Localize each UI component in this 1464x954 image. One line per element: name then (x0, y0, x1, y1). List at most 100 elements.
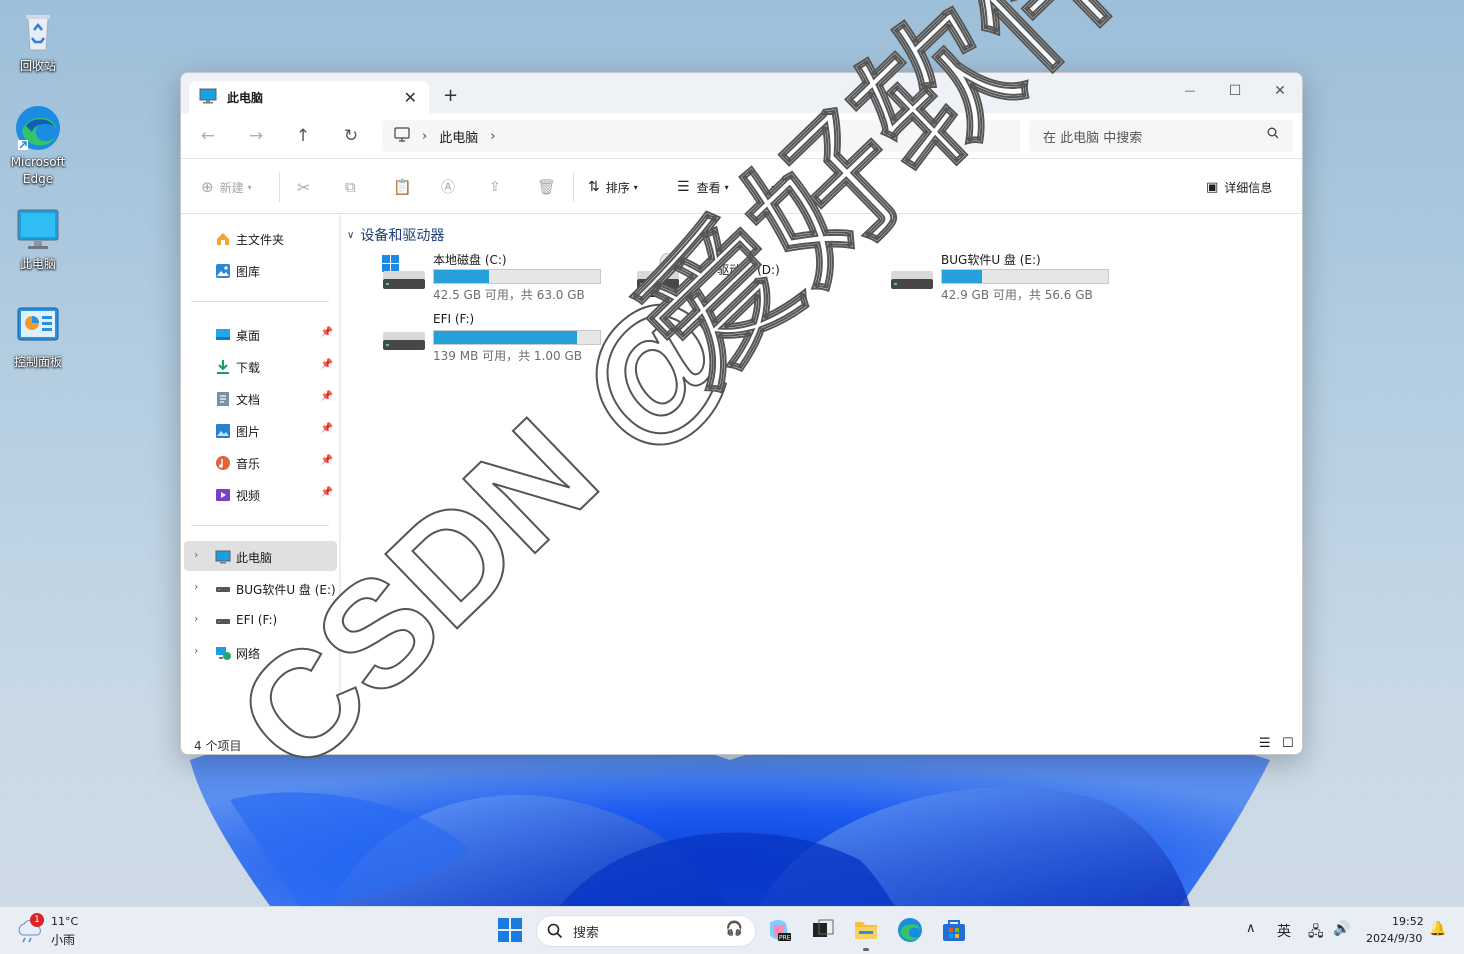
nav-item-pictures[interactable]: 图片 📌 (184, 415, 337, 445)
pin-icon[interactable]: 📌 (321, 391, 333, 402)
group-header-label: 设备和驱动器 (360, 228, 445, 244)
cut-button[interactable]: ✂ (297, 175, 310, 199)
new-button[interactable]: ⊕ 新建 ▾ (201, 175, 252, 199)
up-button[interactable]: ↑ (292, 125, 314, 147)
close-button[interactable]: ✕ (1268, 79, 1292, 103)
weather-widget[interactable]: 1 11°C 小雨 (16, 913, 86, 949)
desktop-icon-this-pc[interactable]: 此电脑 (0, 206, 76, 273)
document-icon (215, 391, 231, 407)
nav-item-gallery[interactable]: 图库 (184, 255, 337, 285)
pre-badge-text: PRE (779, 935, 791, 942)
details-pane-button[interactable]: ▣ 详细信息 (1206, 175, 1272, 199)
show-hidden-icons-button[interactable]: ∧ (1246, 921, 1256, 936)
windows-drive-icon (382, 253, 426, 297)
computer-icon (14, 206, 62, 254)
delete-button[interactable]: 🗑 (537, 175, 556, 199)
running-indicator (863, 948, 869, 951)
copy-button[interactable]: ⧉ (345, 175, 356, 199)
nav-item-label: BUG软件U 盘 (E:) (236, 583, 336, 597)
forward-button[interactable]: → (245, 125, 267, 147)
chevron-right-icon[interactable]: › (490, 129, 495, 144)
task-view-icon[interactable] (810, 917, 838, 945)
refresh-button[interactable]: ↻ (340, 125, 362, 147)
minimize-button[interactable]: — (1178, 79, 1202, 103)
nav-item-downloads[interactable]: 下载 📌 (184, 351, 337, 381)
file-explorer-icon[interactable] (853, 917, 881, 951)
desktop-icon-recycle-bin[interactable]: 回收站 (0, 8, 76, 75)
nav-item-label: 音乐 (236, 457, 261, 471)
drive-d[interactable]: DVD DVD 驱动器 (D:) (636, 251, 866, 303)
more-options-button[interactable]: ··· (770, 175, 788, 199)
taskbar-search[interactable]: 搜索 🎧 (536, 915, 756, 947)
plus-circle-icon: ⊕ (201, 178, 214, 196)
new-tab-button[interactable]: + (443, 85, 458, 106)
nav-item-drive-f[interactable]: › EFI (F:) (184, 605, 337, 635)
maximize-button[interactable]: ☐ (1223, 79, 1247, 103)
search-box[interactable]: 在 此电脑 中搜索 (1029, 120, 1293, 152)
pin-icon[interactable]: 📌 (321, 487, 333, 498)
store-icon[interactable] (941, 917, 969, 945)
pin-icon[interactable]: 📌 (321, 423, 333, 434)
desktop-icon-edge[interactable]: Microsoft Edge (0, 104, 76, 188)
nav-item-label: 主文件夹 (236, 233, 285, 247)
drive-c[interactable]: 本地磁盘 (C:) 42.5 GB 可用，共 63.0 GB (382, 251, 612, 303)
details-pane-label: 详细信息 (1224, 180, 1273, 195)
download-icon (215, 359, 231, 375)
drive-e[interactable]: BUG软件U 盘 (E:) 42.9 GB 可用，共 56.6 GB (890, 251, 1120, 303)
control-panel-icon (14, 304, 62, 352)
copilot-icon[interactable]: PRE (766, 917, 794, 945)
pin-icon[interactable]: 📌 (321, 455, 333, 466)
back-button[interactable]: ← (197, 125, 219, 147)
weather-desc: 小雨 (51, 933, 76, 947)
group-header-devices[interactable]: ∨ 设备和驱动器 (347, 225, 444, 245)
nav-item-this-pc[interactable]: › 此电脑 (184, 541, 337, 571)
view-button[interactable]: ☰ 查看 ▾ (677, 175, 729, 199)
chevron-right-icon[interactable]: › (194, 580, 198, 593)
capacity-fill (434, 331, 577, 344)
item-count: 4 个项目 (194, 739, 242, 753)
music-icon (215, 455, 231, 471)
breadcrumb-this-pc[interactable]: 此电脑 (439, 127, 478, 146)
clock-time[interactable]: 19:52 (1392, 915, 1424, 928)
rename-button[interactable]: Ⓐ (441, 175, 455, 199)
desktop-icon-control-panel[interactable]: 控制面板 (0, 304, 76, 371)
nav-item-label: EFI (F:) (236, 613, 278, 627)
weather-temp: 11°C (51, 915, 79, 928)
notification-bell-icon[interactable]: 🔔 (1429, 921, 1446, 937)
sort-button[interactable]: ⇅ 排序 ▾ (588, 175, 638, 199)
chevron-right-icon[interactable]: › (194, 548, 198, 561)
address-bar[interactable]: › 此电脑 › (382, 120, 1020, 152)
content-area: ∨ 设备和驱动器 本地磁盘 (C:) 42.5 GB 可用，共 63.0 GB … (341, 215, 1301, 740)
nav-item-documents[interactable]: 文档 📌 (184, 383, 337, 413)
nav-item-music[interactable]: 音乐 📌 (184, 447, 337, 477)
paste-button[interactable]: 📋 (393, 175, 412, 199)
pin-icon[interactable]: 📌 (321, 327, 333, 338)
toolbar-divider (753, 172, 754, 202)
share-button[interactable]: ⇪ (489, 175, 501, 199)
large-icons-view-icon[interactable]: ☐ (1282, 736, 1294, 751)
clock-date[interactable]: 2024/9/30 (1366, 932, 1422, 945)
drive-f[interactable]: EFI (F:) 139 MB 可用，共 1.00 GB (382, 312, 612, 364)
nav-item-network[interactable]: › 网络 (184, 637, 337, 667)
nav-item-label: 下载 (236, 361, 261, 375)
details-view-icon[interactable]: ☰ (1259, 736, 1271, 751)
pin-icon[interactable]: 📌 (321, 359, 333, 370)
volume-icon[interactable]: 🔊 (1333, 921, 1350, 937)
nav-item-desktop[interactable]: 桌面 📌 (184, 319, 337, 349)
edge-icon[interactable] (897, 917, 925, 945)
tab-this-pc[interactable]: 此电脑 ✕ (189, 81, 429, 113)
input-language[interactable]: 英 (1277, 921, 1291, 941)
chevron-right-icon[interactable]: › (194, 612, 198, 625)
nav-item-home[interactable]: 主文件夹 (184, 223, 337, 253)
tab-close-button[interactable]: ✕ (404, 88, 417, 107)
chevron-right-icon[interactable]: › (194, 644, 198, 657)
chevron-right-icon: › (422, 128, 428, 144)
nav-item-videos[interactable]: 视频 📌 (184, 479, 337, 509)
start-button[interactable] (497, 917, 525, 945)
drive-capacity-text: 42.5 GB 可用，共 63.0 GB (433, 288, 585, 302)
command-bar: ⊕ 新建 ▾ ✂ ⧉ 📋 Ⓐ ⇪ 🗑 ⇅ 排序 ▾ ☰ 查看 ▾ ··· ▣ 详… (181, 160, 1302, 214)
computer-icon (199, 88, 217, 107)
nav-item-drive-e[interactable]: › BUG软件U 盘 (E:) (184, 573, 337, 603)
view-button-label: 查看 (696, 180, 721, 195)
network-status-icon[interactable]: 🖧 (1308, 921, 1324, 945)
